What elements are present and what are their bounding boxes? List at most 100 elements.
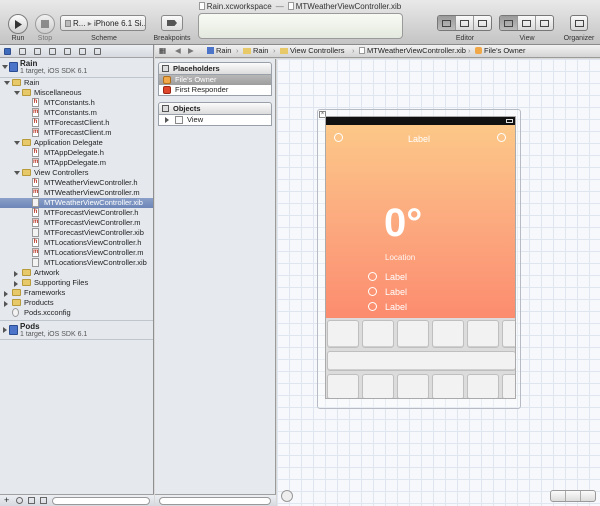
project-pods[interactable]: Pods 1 target, iOS SDK 6.1 [0,320,153,340]
tree-item[interactable]: h MTForecastClient.h [0,118,153,128]
tree-item[interactable]: h MTAppDelegate.h [0,148,153,158]
disclosure-triangle-icon[interactable] [14,171,20,175]
project-rain[interactable]: Rain 1 target, iOS SDK 6.1 [0,58,153,78]
navigator-toggle-icon[interactable] [500,16,518,30]
breakpoints-button[interactable] [161,15,183,31]
disclosure-triangle-icon[interactable] [14,271,18,277]
disclosure-triangle-icon[interactable] [14,91,20,95]
disclosure-triangle-icon[interactable] [14,141,20,145]
add-icon[interactable]: + [4,495,9,505]
forecast-bar[interactable] [327,351,515,371]
scm-filter-icon[interactable] [28,497,35,504]
forecast-button[interactable] [432,320,464,348]
disclosure-triangle-icon[interactable] [2,65,8,69]
tree-item[interactable]: Pods.xcconfig [0,308,153,318]
organizer-icon[interactable] [571,16,587,30]
forecast-button[interactable] [397,374,429,398]
back-arrow-icon[interactable]: ◀ [175,45,181,57]
disclosure-triangle-icon[interactable] [165,117,169,123]
version-editor-icon[interactable] [474,16,491,30]
breadcrumb-rain-group[interactable]: Rain [243,45,268,57]
wind-label[interactable]: Label [385,287,407,297]
canvas-zoom-control[interactable] [550,490,596,502]
assistant-editor-icon[interactable] [456,16,474,30]
city-label[interactable]: Label [408,134,430,144]
scheme-selector[interactable]: R... ▸ iPhone 6.1 Si... [60,15,146,31]
unsaved-filter-icon[interactable] [40,497,47,504]
outline-item-view[interactable]: View [159,115,271,125]
forecast-button[interactable] [327,374,359,398]
recent-files-icon[interactable] [16,497,23,504]
forecast-button[interactable] [397,320,429,348]
tree-item[interactable]: Artwork [0,268,153,278]
debug-navigator-tab-icon[interactable] [64,47,71,55]
tree-item[interactable]: Products [0,298,153,308]
tree-item[interactable]: MTForecastViewController.xib [0,228,153,238]
outline-item-first-responder[interactable]: First Responder [159,85,271,95]
editor-mode-control[interactable] [437,15,492,31]
tree-item[interactable]: m MTForecastClient.m [0,128,153,138]
related-files-icon[interactable]: ▦ [159,45,166,57]
zoom-reset-icon[interactable] [566,491,581,501]
tree-item[interactable]: m MTConstants.m [0,108,153,118]
tree-item[interactable]: h MTConstants.h [0,98,153,108]
symbol-navigator-tab-icon[interactable] [19,47,26,55]
project-navigator-tab-icon[interactable] [4,47,11,55]
standard-editor-icon[interactable] [438,16,456,30]
refresh-button-icon[interactable] [497,133,506,142]
breadcrumb-xib-file[interactable]: MTWeatherViewController.xib [359,45,466,57]
breadcrumb-rain-project[interactable]: Rain [207,45,231,57]
objects-header[interactable]: Objects [158,102,272,115]
tree-item[interactable]: h MTForecastViewController.h [0,208,153,218]
forecast-button[interactable] [362,374,394,398]
view-toggle-control[interactable] [499,15,554,31]
tree-item[interactable]: Application Delegate [0,138,153,148]
zoom-in-icon[interactable] [581,491,595,501]
humidity-label[interactable]: Label [385,302,407,312]
forecast-button[interactable] [432,374,464,398]
issue-navigator-tab-icon[interactable] [49,47,56,55]
forecast-button[interactable] [362,320,394,348]
outline-filter-input[interactable] [159,497,271,505]
tree-item[interactable]: h MTLocationsViewController.h [0,238,153,248]
tree-item[interactable]: h MTWeatherViewController.h [0,178,153,188]
forecast-button[interactable] [502,374,515,398]
tree-item[interactable]: MTLocationsViewController.xib [0,258,153,268]
locations-button-icon[interactable] [334,133,343,142]
tree-item[interactable]: View Controllers [0,168,153,178]
tree-item[interactable]: Miscellaneous [0,88,153,98]
weather-panel[interactable]: Label 0° Location Label Label Label [326,125,515,318]
zoom-out-icon[interactable] [551,491,566,501]
disclosure-triangle-icon[interactable] [4,81,10,85]
disclosure-triangle-icon[interactable] [4,291,8,297]
interface-builder-canvas[interactable]: × Label 0° Location Label Label Label [277,59,600,506]
utilities-toggle-icon[interactable] [536,16,553,30]
tree-item[interactable]: Frameworks [0,288,153,298]
breadcrumb-files-owner[interactable]: File's Owner [475,45,525,57]
tree-item[interactable]: m MTLocationsViewController.m [0,248,153,258]
run-button[interactable] [8,14,28,34]
time-label[interactable]: Label [385,272,407,282]
navigator-filter-input[interactable] [52,497,150,505]
temperature-label[interactable]: 0° [384,201,422,246]
organizer-button[interactable] [570,15,588,31]
placeholders-header[interactable]: Placeholders [158,62,272,75]
forecast-button[interactable] [467,320,499,348]
breadcrumb-view-controllers[interactable]: View Controllers [280,45,344,57]
tree-item[interactable]: m MTForecastViewController.m [0,218,153,228]
location-label[interactable]: Location [385,253,415,262]
forecast-button[interactable] [327,320,359,348]
search-navigator-tab-icon[interactable] [34,47,41,55]
outline-item-files-owner[interactable]: File's Owner [159,75,271,85]
debug-area-toggle-icon[interactable] [518,16,536,30]
forecast-button[interactable] [502,320,515,348]
forecast-button[interactable] [467,374,499,398]
outline-toggle-button[interactable] [281,490,293,502]
disclosure-triangle-icon[interactable] [3,327,7,333]
stop-button[interactable] [35,14,55,34]
weather-view[interactable]: Label 0° Location Label Label Label [325,116,516,399]
breakpoint-navigator-tab-icon[interactable] [79,47,86,55]
tree-item[interactable]: m MTWeatherViewController.m [0,188,153,198]
disclosure-triangle-icon[interactable] [4,301,8,307]
log-navigator-tab-icon[interactable] [94,47,101,55]
